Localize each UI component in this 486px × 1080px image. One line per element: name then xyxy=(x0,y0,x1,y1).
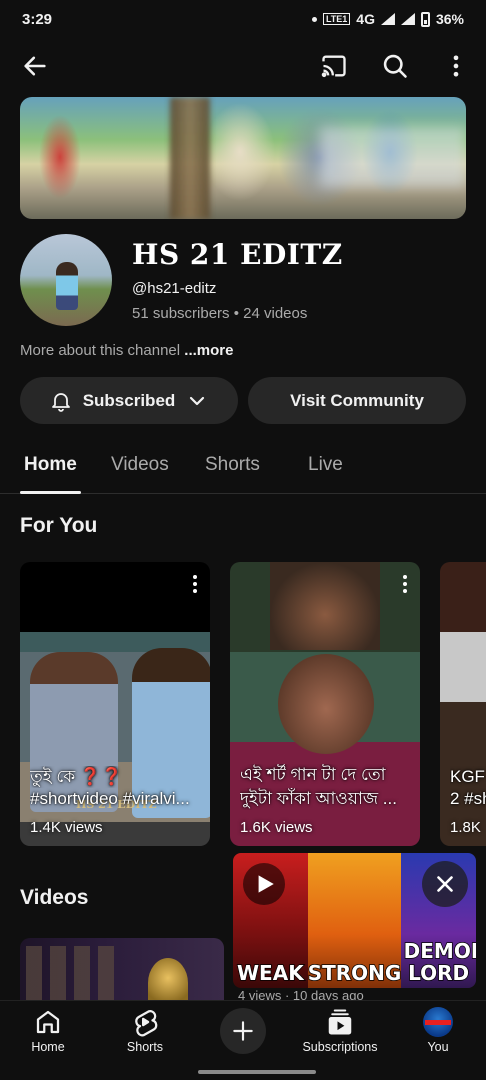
search-button[interactable] xyxy=(375,46,415,86)
status-icons: LTE1 4G 36% xyxy=(311,11,464,27)
cast-icon xyxy=(321,55,346,78)
nav-shorts[interactable]: Shorts xyxy=(100,1007,190,1054)
tab-shorts[interactable]: Shorts xyxy=(205,454,260,476)
video-thumbnail[interactable] xyxy=(20,938,224,1008)
short-title-line-1: KGF xyxy=(450,767,485,786)
play-icon xyxy=(258,875,274,893)
short-title-line-2: 2 #sh xyxy=(450,789,486,808)
tab-live[interactable]: Live xyxy=(308,454,343,476)
nav-home-label: Home xyxy=(31,1040,65,1054)
nav-shorts-label: Shorts xyxy=(126,1040,164,1054)
channel-name: HS 21 EDITZ xyxy=(132,238,343,271)
mini-player[interactable]: WEAK STRONG DEMON LORD xyxy=(233,853,476,988)
battery-icon xyxy=(420,11,430,27)
avatar-person xyxy=(56,262,78,310)
active-tab-indicator xyxy=(20,491,81,494)
short-title-line-2: দুইটা ফাঁকা আওয়াজ ... xyxy=(240,789,397,808)
arrow-left-icon xyxy=(24,56,46,76)
status-time: 3:29 xyxy=(22,10,53,28)
mini-panel-label: STRONG xyxy=(307,961,402,985)
short-card[interactable]: এই শর্ট গান টা দে তো দুইটা ফাঁকা আওয়াজ … xyxy=(230,562,420,846)
bottom-navigation: Home Shorts Subscriptions You xyxy=(0,1000,486,1080)
more-options-button[interactable] xyxy=(436,46,476,86)
mini-panel-label: WEAK xyxy=(236,961,304,985)
channel-tabs: Home Videos Shorts Live xyxy=(0,440,486,494)
you-avatar xyxy=(423,1007,453,1037)
thumb-stripe xyxy=(20,610,210,632)
subscribed-label: Subscribed xyxy=(82,390,176,410)
section-title-for-you: For You xyxy=(20,514,98,537)
thumb-grid xyxy=(26,946,122,1006)
close-icon xyxy=(437,876,453,892)
nav-home[interactable]: Home xyxy=(3,1007,93,1054)
visit-community-button[interactable]: Visit Community xyxy=(248,377,466,424)
subscribed-button[interactable]: Subscribed xyxy=(20,377,238,424)
mini-panel: STRONG xyxy=(307,853,402,988)
short-views: 1.8K xyxy=(450,819,481,836)
subscriptions-icon xyxy=(328,1009,352,1035)
nav-you-label: You xyxy=(427,1040,449,1054)
lte-icon: LTE1 xyxy=(322,13,351,25)
about-more: ...more xyxy=(184,342,234,359)
section-title-videos: Videos xyxy=(20,886,89,909)
nav-subscriptions[interactable]: Subscriptions xyxy=(295,1007,385,1054)
chevron-down-icon xyxy=(190,396,205,405)
status-bar: 3:29 LTE1 4G 36% xyxy=(0,0,486,38)
short-card[interactable]: KGF 2 #sh 1.8K xyxy=(440,562,486,846)
bell-icon xyxy=(51,392,70,412)
search-icon xyxy=(383,54,407,78)
battery-percent: 36% xyxy=(435,11,464,27)
channel-banner xyxy=(20,97,466,219)
more-vert-icon[interactable] xyxy=(402,574,408,594)
channel-avatar[interactable] xyxy=(20,234,112,326)
about-text: More about this channel xyxy=(20,342,181,359)
short-card[interactable]: HS 21 EDITZ তুই কে ❓❓ #shortvideo #viral… xyxy=(20,562,210,846)
channel-stats: 51 subscribers • 24 videos xyxy=(132,305,308,322)
banner-tree xyxy=(170,97,210,219)
short-views: 1.4K views xyxy=(30,819,103,836)
notification-dot-icon xyxy=(311,16,317,22)
more-vert-icon xyxy=(453,55,459,77)
signal-icon-2 xyxy=(401,13,415,25)
mini-play-button[interactable] xyxy=(243,863,285,905)
short-title-line-1: এই শর্ট গান টা দে তো xyxy=(240,765,386,784)
top-app-bar xyxy=(0,44,486,90)
plus-icon xyxy=(233,1021,253,1041)
short-title-line-1: তুই কে ❓❓ xyxy=(30,767,123,786)
tab-videos[interactable]: Videos xyxy=(111,454,169,476)
short-title-line-2: #shortvideo #viralvi... xyxy=(30,789,190,808)
signal-icon xyxy=(381,13,395,25)
banner-bus xyxy=(320,127,466,187)
nav-subscriptions-label: Subscriptions xyxy=(302,1040,378,1054)
thumb-face xyxy=(270,562,380,650)
home-icon xyxy=(36,1010,60,1034)
more-vert-icon[interactable] xyxy=(192,574,198,594)
create-button[interactable] xyxy=(220,1008,266,1054)
back-button[interactable] xyxy=(15,46,55,86)
visit-community-label: Visit Community xyxy=(290,390,424,410)
mini-close-button[interactable] xyxy=(422,861,468,907)
channel-handle: @hs21-editz xyxy=(132,280,217,297)
short-views: 1.6K views xyxy=(240,819,313,836)
network-type: 4G xyxy=(356,11,375,27)
home-indicator xyxy=(198,1070,316,1074)
shorts-icon xyxy=(135,1010,158,1037)
mini-panel-label: DEMON LORD xyxy=(403,939,476,985)
about-channel-link[interactable]: More about this channel ...more xyxy=(20,342,233,359)
nav-you[interactable]: You xyxy=(393,1007,483,1054)
cast-button[interactable] xyxy=(314,46,354,86)
thumb-face xyxy=(278,654,374,754)
tab-home[interactable]: Home xyxy=(24,454,77,476)
